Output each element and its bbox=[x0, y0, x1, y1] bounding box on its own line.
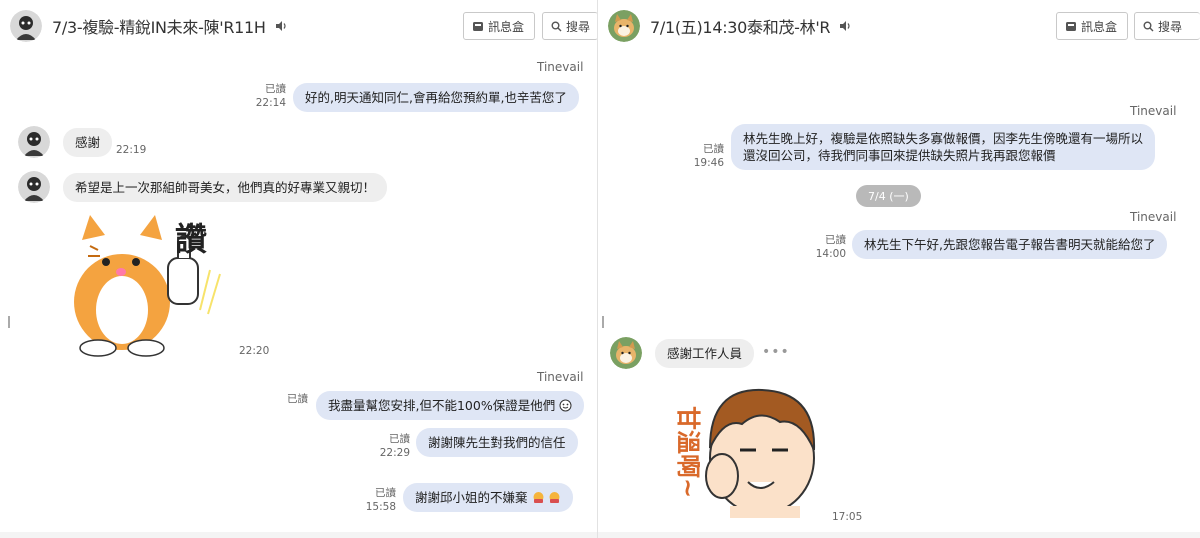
read-receipt: 已讀 bbox=[703, 143, 724, 155]
search-label: 搜尋 bbox=[566, 19, 591, 34]
message-bubble[interactable]: 好的,明天通知同仁,會再給您預約單,也辛苦您了 bbox=[293, 83, 579, 112]
resize-handle[interactable] bbox=[8, 316, 10, 328]
sender-avatar[interactable] bbox=[18, 171, 50, 203]
resize-handle[interactable] bbox=[602, 316, 604, 328]
speaker-icon[interactable] bbox=[838, 19, 852, 33]
message-text: 謝謝邱小姐的不嫌棄 bbox=[415, 490, 528, 505]
message-time: 17:05 bbox=[832, 511, 863, 523]
inbox-icon bbox=[473, 21, 483, 31]
inbox-icon bbox=[1066, 21, 1076, 31]
search-button[interactable]: 搜尋 bbox=[1134, 12, 1200, 40]
chat-pane-left: 7/3-複驗-精銳IN未來-陳'R11H 訊息盒 搜尋 Tinevail 已讀 … bbox=[0, 0, 598, 538]
read-receipt: 已讀 bbox=[287, 393, 308, 405]
bottom-bar bbox=[0, 532, 597, 538]
inbox-button[interactable]: 訊息盒 bbox=[1056, 12, 1128, 40]
contact-avatar[interactable] bbox=[10, 10, 42, 42]
sender-name: Tinevail bbox=[1130, 210, 1177, 224]
message-time: 14:00 bbox=[815, 248, 846, 260]
message-bubble[interactable]: 林先生下午好,先跟您報告電子報告書明天就能給您了 bbox=[852, 230, 1168, 259]
message-meta: 已讀 14:00 bbox=[810, 233, 846, 261]
message-time: 22:20 bbox=[239, 345, 270, 357]
cat-sticker[interactable]: 讚 bbox=[60, 210, 240, 360]
read-receipt: 已讀 bbox=[825, 234, 846, 246]
message-bubble[interactable]: 林先生晚上好，複驗是依照缺失多寡做報價，因李先生傍晚還有一場所以 還沒回公司，待… bbox=[731, 124, 1156, 170]
sticker-text: 讚 bbox=[175, 220, 207, 258]
smile-emoji-icon bbox=[559, 399, 572, 412]
message-time: 19:46 bbox=[693, 157, 724, 169]
message-time: 22:29 bbox=[379, 447, 410, 459]
sender-name: Tinevail bbox=[537, 370, 584, 384]
search-icon bbox=[551, 21, 562, 31]
chat-pane-right: 7/1(五)14:30泰和茂-林'R 訊息盒 搜尋 Tinevail 已讀 19… bbox=[598, 0, 1200, 538]
read-receipt: 已讀 bbox=[375, 487, 396, 499]
message-time: 22:19 bbox=[116, 144, 147, 156]
speaker-icon[interactable] bbox=[274, 19, 288, 33]
bow-emoji-icon bbox=[533, 492, 543, 503]
more-options-icon[interactable]: ••• bbox=[762, 344, 790, 360]
sticker-text: 甘溫啊~ bbox=[674, 406, 702, 498]
chat-title[interactable]: 7/1(五)14:30泰和茂-林'R bbox=[650, 14, 831, 38]
read-receipt: 已讀 bbox=[389, 433, 410, 445]
search-button[interactable]: 搜尋 bbox=[542, 12, 597, 40]
message-meta: 已讀 22:14 bbox=[250, 82, 286, 110]
message-line: 林先生晚上好，複驗是依照缺失多寡做報價，因李先生傍晚還有一場所以 bbox=[743, 131, 1144, 146]
read-receipt: 已讀 bbox=[265, 83, 286, 95]
search-icon bbox=[1143, 21, 1154, 31]
message-line: 還沒回公司，待我們同事回來提供缺失照片我再跟您報價 bbox=[743, 148, 1056, 163]
message-time: 22:14 bbox=[255, 97, 286, 109]
sender-name: Tinevail bbox=[1130, 104, 1177, 118]
inbox-button[interactable]: 訊息盒 bbox=[463, 12, 535, 40]
chat-title[interactable]: 7/3-複驗-精銳IN未來-陳'R11H bbox=[52, 14, 266, 38]
contact-avatar[interactable] bbox=[608, 10, 640, 42]
message-meta: 已讀 15:58 bbox=[362, 486, 396, 514]
message-bubble[interactable]: 希望是上一次那組帥哥美女，他們真的好專業又親切！ bbox=[63, 173, 388, 202]
boy-sticker[interactable]: 甘溫啊~ bbox=[660, 378, 850, 518]
bottom-bar bbox=[598, 532, 1200, 538]
message-bubble[interactable]: 我盡量幫您安排,但不能100%保證是他們 bbox=[316, 391, 585, 420]
message-meta: 已讀 22:29 bbox=[376, 432, 410, 460]
date-separator: 7/4 (一) bbox=[856, 185, 921, 207]
inbox-label: 訊息盒 bbox=[488, 19, 525, 34]
bow-emoji-icon bbox=[549, 492, 560, 503]
message-bubble[interactable]: 感謝工作人員 bbox=[655, 339, 755, 368]
sender-name: Tinevail bbox=[537, 60, 584, 74]
sender-avatar[interactable] bbox=[610, 337, 642, 369]
message-bubble[interactable]: 謝謝陳先生對我們的信任 bbox=[416, 428, 578, 457]
message-bubble[interactable]: 謝謝邱小姐的不嫌棄 bbox=[403, 483, 574, 512]
message-bubble[interactable]: 感謝 bbox=[63, 128, 113, 157]
message-meta: 已讀 19:46 bbox=[688, 142, 724, 170]
message-time: 15:58 bbox=[365, 501, 396, 513]
inbox-label: 訊息盒 bbox=[1081, 19, 1118, 34]
sender-avatar[interactable] bbox=[18, 126, 50, 158]
search-label: 搜尋 bbox=[1158, 19, 1183, 34]
message-text: 我盡量幫您安排,但不能100%保證是他們 bbox=[328, 398, 556, 413]
